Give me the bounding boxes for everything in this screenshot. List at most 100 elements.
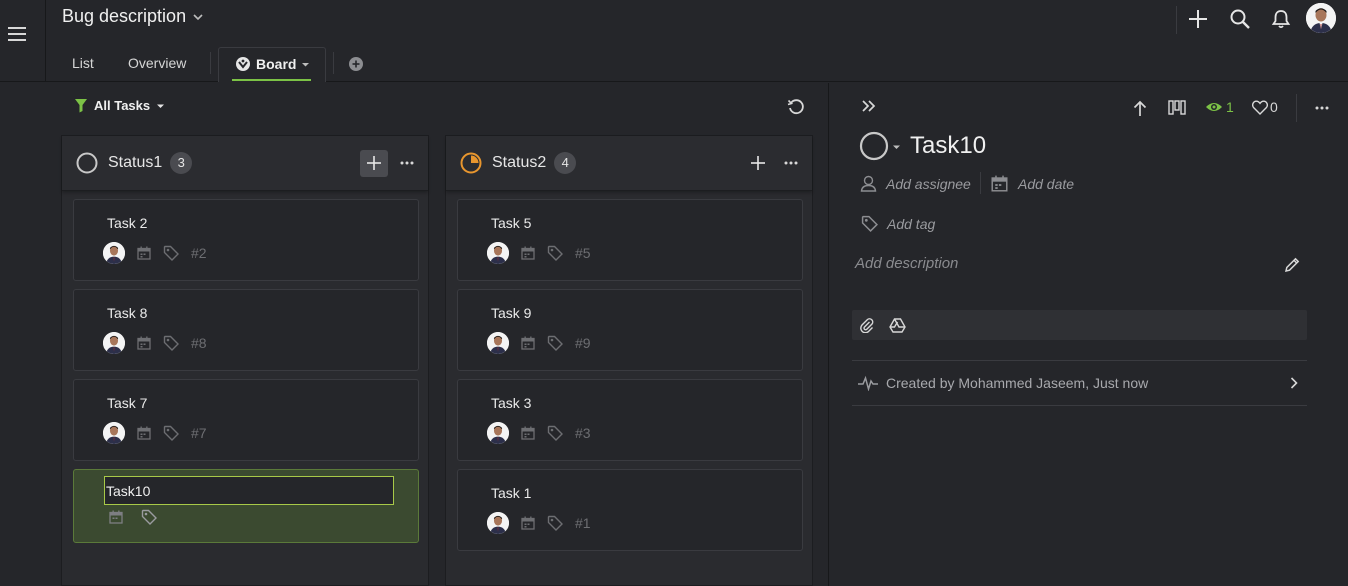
calendar-icon[interactable] (521, 516, 535, 530)
user-avatar[interactable] (1306, 3, 1336, 33)
page-title-text: Bug description (62, 6, 187, 26)
add-assignee-button[interactable]: Add assignee (860, 175, 971, 192)
active-tab-indicator (232, 79, 311, 81)
collapse-panel-icon[interactable] (861, 99, 877, 113)
add-task-button[interactable] (744, 150, 772, 177)
task-card[interactable]: Task 1 #1 (457, 469, 803, 551)
add-date-label: Add date (1018, 175, 1075, 192)
column-title: Status1 (108, 154, 163, 171)
assignee-avatar[interactable] (487, 422, 509, 444)
new-task-title-input[interactable] (104, 476, 394, 505)
filter-icon (74, 98, 88, 113)
task-status-selector[interactable] (859, 131, 901, 161)
add-tag-button[interactable]: Add tag (861, 215, 935, 232)
hamburger-menu-icon[interactable] (8, 26, 26, 42)
attachments-bar (852, 310, 1307, 340)
assignee-avatar[interactable] (103, 332, 125, 354)
add-date-button[interactable]: Add date (991, 175, 1074, 192)
chevron-down-icon (192, 11, 204, 23)
task-number: #8 (191, 335, 207, 351)
activity-text: Created by Mohammed Jaseem, Just now (886, 375, 1149, 391)
refresh-icon[interactable] (787, 98, 805, 116)
calendar-icon[interactable] (521, 246, 535, 260)
caret-down-icon (892, 142, 901, 151)
assignee-avatar[interactable] (487, 332, 509, 354)
tab-list[interactable]: List (72, 55, 94, 71)
task-card-title: Task 5 (491, 215, 532, 231)
task-number: #3 (575, 425, 591, 441)
more-options-icon[interactable] (784, 161, 798, 165)
calendar-icon[interactable] (137, 246, 151, 260)
search-icon[interactable] (1229, 8, 1251, 30)
task-card[interactable]: Task 2 #2 (73, 199, 419, 281)
paperclip-icon[interactable] (859, 317, 875, 333)
status-open-circle-icon (859, 131, 889, 161)
board-columns-icon[interactable] (1168, 100, 1186, 115)
activity-top-divider (852, 360, 1307, 361)
column-count-badge: 4 (554, 152, 577, 174)
google-drive-icon[interactable] (889, 318, 906, 333)
task-number: #1 (575, 515, 591, 531)
add-task-button[interactable] (360, 149, 388, 177)
board-column-status1: Status1 3 Task 2 #2 Task 8 #8 Task 7 #7 … (61, 135, 429, 586)
more-options-icon[interactable] (400, 161, 414, 165)
watchers-toggle[interactable]: 1 (1205, 99, 1234, 115)
task-title[interactable]: Task10 (910, 132, 986, 160)
tag-icon[interactable] (163, 425, 179, 441)
column-title: Status2 (492, 154, 547, 171)
like-toggle[interactable]: 0 (1252, 99, 1278, 115)
assignee-avatar[interactable] (487, 242, 509, 264)
tag-icon[interactable] (141, 509, 157, 525)
calendar-icon (991, 175, 1008, 192)
calendar-icon[interactable] (137, 336, 151, 350)
task-card[interactable]: Task 5 #5 (457, 199, 803, 281)
tag-icon[interactable] (547, 425, 563, 441)
column-count-badge: 3 (170, 152, 193, 174)
tab-board-label: Board (256, 56, 297, 72)
filter-all-tasks[interactable]: All Tasks (74, 98, 165, 113)
panel-header-divider (1296, 94, 1297, 122)
calendar-icon[interactable] (137, 426, 151, 440)
move-up-icon[interactable] (1132, 100, 1148, 117)
calendar-icon[interactable] (109, 510, 123, 524)
tab-divider (210, 52, 211, 74)
add-description-field[interactable]: Add description (855, 255, 958, 272)
task-card[interactable]: Task 8 #8 (73, 289, 419, 371)
task-number: #7 (191, 425, 207, 441)
task-card[interactable]: Task 9 #9 (457, 289, 803, 371)
task-number: #5 (575, 245, 591, 261)
plus-icon (367, 156, 381, 170)
tag-icon[interactable] (547, 245, 563, 261)
field-divider (980, 172, 981, 194)
task-card[interactable]: Task 3 #3 (457, 379, 803, 461)
tag-icon[interactable] (547, 515, 563, 531)
new-task-card[interactable] (73, 469, 419, 543)
assignee-avatar[interactable] (487, 512, 509, 534)
board-column-status2: Status2 4 Task 5 #5 Task 9 #9 Task 3 #3 … (445, 135, 813, 586)
notification-bell-icon[interactable] (1270, 8, 1292, 30)
tag-icon[interactable] (547, 335, 563, 351)
task-card-title: Task 3 (491, 395, 532, 411)
tab-overview[interactable]: Overview (128, 55, 186, 71)
more-options-icon[interactable] (1315, 106, 1329, 110)
task-card-title: Task 2 (107, 215, 148, 231)
assignee-avatar[interactable] (103, 242, 125, 264)
watchers-count: 1 (1226, 99, 1234, 115)
calendar-icon[interactable] (521, 426, 535, 440)
board-icon (235, 56, 251, 72)
task-number: #9 (575, 335, 591, 351)
activity-row[interactable]: Created by Mohammed Jaseem, Just now (852, 362, 1307, 404)
tag-icon[interactable] (163, 335, 179, 351)
tag-icon (861, 215, 878, 232)
add-icon[interactable] (1187, 8, 1209, 30)
calendar-icon[interactable] (521, 336, 535, 350)
activity-pulse-icon (857, 375, 879, 391)
add-view-icon[interactable] (349, 57, 363, 71)
task-card[interactable]: Task 7 #7 (73, 379, 419, 461)
assignee-avatar[interactable] (103, 422, 125, 444)
header-divider (1176, 6, 1177, 34)
tab-board[interactable]: Board (218, 47, 326, 82)
page-title[interactable]: Bug description (62, 6, 204, 27)
edit-pencil-icon[interactable] (1283, 256, 1301, 274)
tag-icon[interactable] (163, 245, 179, 261)
